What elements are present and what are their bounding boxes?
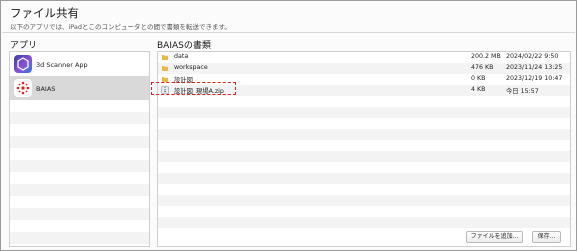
panel-title: ファイル共有 bbox=[10, 6, 79, 20]
app-item-label: BAIAS bbox=[36, 85, 56, 93]
file-size: 4 KB bbox=[471, 86, 486, 93]
app-item-baias[interactable]: BAIAS bbox=[10, 76, 149, 100]
3d-scanner-app-icon bbox=[14, 55, 32, 73]
empty-row bbox=[10, 160, 149, 172]
empty-row bbox=[158, 206, 570, 217]
document-list: data 200.2 MB 2024/02/22 9:50 workspace … bbox=[157, 51, 571, 247]
empty-row bbox=[10, 172, 149, 184]
empty-row bbox=[10, 136, 149, 148]
folder-icon bbox=[162, 55, 168, 60]
empty-row bbox=[158, 217, 570, 228]
apps-heading: アプリ bbox=[10, 41, 38, 51]
empty-row bbox=[158, 184, 570, 195]
file-date: 今日 15:57 bbox=[506, 88, 539, 95]
file-size: 200.2 MB bbox=[471, 53, 501, 60]
empty-row bbox=[10, 124, 149, 136]
app-list: 3d Scanner App BAIAS bbox=[9, 51, 150, 247]
empty-row bbox=[10, 196, 149, 208]
app-item-label: 3d Scanner App bbox=[36, 61, 88, 69]
empty-row bbox=[10, 208, 149, 220]
baias-app-icon bbox=[14, 79, 32, 97]
file-date: 2023/12/19 10:47 bbox=[506, 75, 563, 82]
file-name: workspace bbox=[174, 64, 208, 71]
empty-row bbox=[10, 148, 149, 160]
empty-row bbox=[158, 151, 570, 162]
empty-row bbox=[158, 118, 570, 129]
empty-row bbox=[10, 184, 149, 196]
empty-row bbox=[10, 112, 149, 124]
documents-heading: BAIASの書類 bbox=[157, 41, 211, 51]
file-date: 2023/11/24 13:25 bbox=[506, 64, 563, 71]
empty-row bbox=[158, 173, 570, 184]
empty-row bbox=[158, 195, 570, 206]
empty-row bbox=[10, 232, 149, 244]
file-row[interactable]: data 200.2 MB 2024/02/22 9:50 bbox=[158, 52, 570, 63]
empty-row bbox=[158, 140, 570, 151]
file-size: 476 KB bbox=[471, 64, 494, 71]
empty-row bbox=[158, 162, 570, 173]
file-size: 0 KB bbox=[471, 75, 486, 82]
empty-row bbox=[158, 96, 570, 107]
app-item-3d-scanner[interactable]: 3d Scanner App bbox=[10, 52, 149, 76]
empty-row bbox=[10, 100, 149, 112]
save-button[interactable]: 保存... bbox=[532, 231, 561, 243]
file-sharing-panel: ファイル共有 以下のアプリでは、iPadとこのコンピュータとの間で書類を転送でき… bbox=[0, 0, 577, 251]
empty-row bbox=[10, 220, 149, 232]
folder-icon bbox=[162, 66, 168, 71]
highlight-annotation bbox=[151, 82, 236, 95]
empty-row bbox=[158, 107, 570, 118]
file-date: 2024/02/22 9:50 bbox=[506, 53, 559, 60]
header-divider bbox=[2, 32, 575, 33]
panel-subtitle: 以下のアプリでは、iPadとこのコンピュータとの間で書類を転送できます。 bbox=[10, 23, 231, 31]
add-file-button[interactable]: ファイルを追加... bbox=[466, 231, 523, 243]
file-name: data bbox=[174, 53, 189, 60]
empty-row bbox=[158, 129, 570, 140]
file-row[interactable]: workspace 476 KB 2023/11/24 13:25 bbox=[158, 63, 570, 74]
